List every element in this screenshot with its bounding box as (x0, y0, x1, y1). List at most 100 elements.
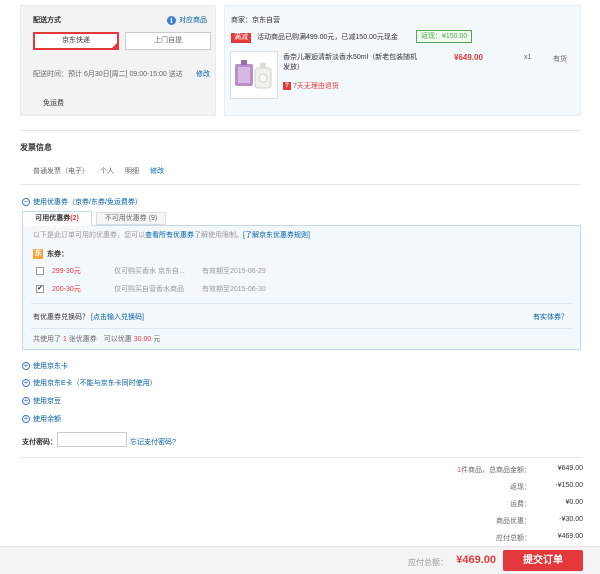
self-pickup-button[interactable]: 上门自提 (125, 32, 211, 50)
invoice-info: 普通发票（电子） 个人 明细 修改 (33, 166, 164, 176)
divider (20, 130, 581, 131)
divider (31, 328, 572, 329)
summary-discount-label: 商品优惠： (496, 518, 531, 525)
use-balance-label: 使用余额 (33, 416, 61, 423)
expand-icon: + (22, 396, 30, 405)
express-delivery-label: 京东快递 (62, 37, 90, 44)
invoice-title: 发票信息 (20, 143, 52, 152)
summary-cashback-label: 返现： (510, 484, 531, 491)
summary-shipping-row: 运费： ¥0.00 (363, 499, 583, 509)
coupon-checkbox[interactable] (36, 267, 44, 275)
invoice-edit-link[interactable]: 修改 (150, 166, 164, 176)
dong-tag-icon: 东 (33, 249, 43, 259)
checkout-footer: 应付总额： ¥469.00 提交订单 (0, 546, 600, 574)
info-icon: i (167, 15, 176, 25)
delivery-panel: 配送方式 i 对应商品 京东快递 上门自提 配送时间：预计 6月30日[周二] … (20, 5, 216, 116)
summary-discount-row: 商品优惠： -¥30.00 (363, 516, 583, 526)
expand-icon: + (22, 414, 30, 423)
dong-coupon-header: 东 东券： (33, 249, 68, 259)
invoice-detail: 明细 (125, 168, 139, 175)
stock-status: 有货 (553, 56, 567, 63)
product-quantity: x1 (524, 54, 532, 61)
promo-text: 活动商品已购满499.00元，已减150.00元现金 (257, 34, 398, 41)
tab-usable-coupons[interactable]: 可用优惠券(2) (22, 211, 92, 226)
use-ecard-toggle[interactable]: + 使用京东E卡（不能与京东卡同时使用） (22, 378, 157, 388)
summary-payable-value: ¥469.00 (557, 533, 583, 540)
coupon-desc: 仅可购买自营香水商品 (114, 286, 184, 293)
question-icon: ? (283, 82, 291, 90)
footer-total-label: 应付总额： (408, 558, 448, 567)
use-ecard-label: 使用京东E卡（不能与京东卡同时使用） (33, 380, 157, 387)
coupon-panel: 以下是此订单可用的优惠券，您可以查看所有优惠券了解使用限制。[了解京东优惠券规则… (22, 225, 581, 350)
coupon-desc: 仅可购买香水 京东自... (114, 268, 185, 275)
divider (20, 184, 581, 185)
invoice-holder: 个人 (100, 168, 114, 175)
delivery-time: 配送时间：预计 6月30日[周二] 09:00-15:00 送达 (33, 71, 183, 78)
coupon-toggle-label: 使用优惠券（京券/东券/免运费券） (33, 199, 142, 206)
view-all-coupons-link[interactable]: 查看所有优惠券 (145, 232, 194, 239)
seller-panel: 商家：京东自营 满减 活动商品已购满499.00元，已减150.00元现金 返现… (224, 5, 581, 116)
invoice-type: 普通发票（电子） (33, 168, 89, 175)
summary-total-text: 件商品，总商品金额： (461, 467, 531, 474)
use-beans-toggle[interactable]: + 使用京豆 (22, 396, 61, 406)
return-policy: ? 7天无理由退货 (283, 81, 339, 91)
payment-password-input[interactable] (57, 432, 127, 447)
redeem-question: 有优惠券兑换码？ (33, 314, 89, 321)
product-image[interactable] (230, 51, 278, 99)
product-name[interactable]: 香奈儿邂逅清新淡香水50ml（新老包装随机发放） (283, 53, 423, 73)
use-jdcard-toggle[interactable]: + 使用京东卡 (22, 361, 68, 371)
summary-cashback-row: 返现： -¥150.00 (363, 482, 583, 492)
dong-coupon-label: 东券： (47, 251, 68, 258)
free-shipping-label: 免运费 (43, 100, 64, 107)
summary-total-value: ¥649.00 (557, 465, 583, 472)
submit-order-button[interactable]: 提交订单 (503, 550, 583, 571)
seller-name: 商家：京东自营 (231, 17, 280, 24)
summary-cashback-value: -¥150.00 (555, 482, 583, 489)
coupon-amount: 299-30元 (52, 268, 81, 275)
coupon-note: 以下是此订单可用的优惠券，您可以查看所有优惠券了解使用限制。[了解京东优惠券规则… (33, 230, 310, 240)
use-jdcard-label: 使用京东卡 (33, 363, 68, 370)
summary-shipping-label: 运费： (510, 501, 531, 508)
forgot-password-link[interactable]: 忘记支付密码? (130, 437, 176, 447)
return-policy-label: 7天无理由退货 (293, 83, 339, 90)
delivery-edit-link[interactable]: 修改 (196, 69, 210, 79)
coupon-row[interactable]: ✔ 200-30元 仅可购买自营香水商品 有效期至2015-06-30 (36, 284, 266, 294)
divider (20, 457, 581, 458)
tab-usable-count: (2) (70, 215, 79, 222)
cashback-badge: 返现：¥150.00 (416, 30, 473, 43)
expand-icon: + (22, 378, 30, 387)
coupon-rules-link[interactable]: [了解京东优惠券规则] (243, 232, 310, 239)
coupon-summary-amount: 30.00 (133, 336, 152, 343)
compare-goods-link[interactable]: i 对应商品 (167, 15, 207, 25)
coupon-row[interactable]: 299-30元 仅可购买香水 京东自... 有效期至2015-06-29 (36, 266, 266, 276)
footer-total-amount: ¥469.00 (456, 554, 496, 566)
summary-total-label: 1件商品，总商品金额： (363, 465, 531, 475)
product-price: ¥649.00 (454, 53, 483, 62)
expand-icon: + (22, 361, 30, 370)
tab-unusable-coupons[interactable]: 不可用优惠券 (9) (96, 212, 166, 225)
coupon-amount: 200-30元 (52, 286, 81, 293)
coupon-summary-count: 1 (62, 336, 67, 343)
summary-shipping-value: ¥0.00 (565, 499, 583, 506)
collapse-icon: − (22, 197, 30, 206)
perfume-bottle-icon (235, 60, 272, 89)
express-delivery-button[interactable]: 京东快递 (33, 32, 119, 50)
password-label: 支付密码： (22, 439, 57, 446)
coupon-summary-mid: 张优惠券 可以优惠 (68, 336, 132, 343)
physical-coupon-link[interactable]: 有实体券？ (533, 312, 568, 322)
use-balance-toggle[interactable]: + 使用余额 (22, 414, 61, 424)
delivery-title: 配送方式 (33, 17, 61, 24)
coupon-checkbox[interactable]: ✔ (36, 285, 44, 293)
redeem-code-link[interactable]: [点击输入兑换码] (91, 312, 144, 322)
coupon-expiry: 有效期至2015-06-30 (202, 286, 266, 293)
coupon-expiry: 有效期至2015-06-29 (202, 268, 266, 275)
coupon-summary: 共使用了 1 张优惠券 可以优惠 30.00 元 (33, 334, 160, 344)
coupon-note-prefix: 以下是此订单可用的优惠券，您可以 (33, 232, 145, 239)
divider (31, 303, 572, 304)
compare-goods-label[interactable]: 对应商品 (179, 15, 207, 25)
summary-payable-label: 应付总额： (496, 535, 531, 542)
selected-corner-icon (111, 42, 118, 49)
summary-payable-row: 应付总额： ¥469.00 (363, 533, 583, 543)
coupon-summary-prefix: 共使用了 (33, 336, 61, 343)
coupon-toggle[interactable]: − 使用优惠券（京券/东券/免运费券） (22, 197, 142, 207)
